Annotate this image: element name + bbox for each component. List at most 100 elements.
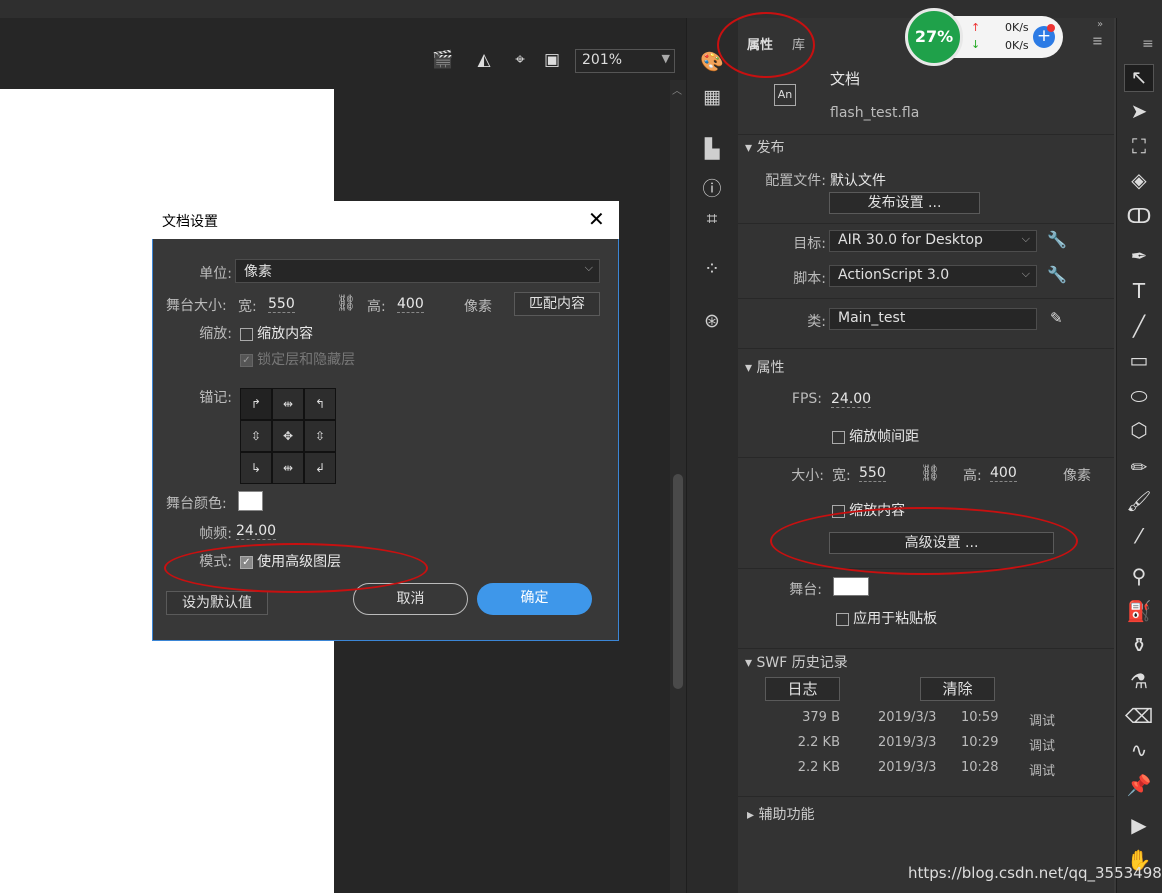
rectangle-tool-icon[interactable]: ▭ xyxy=(1120,348,1158,372)
list-item: 2.2 KB 2019/3/3 10:29 调试 xyxy=(760,735,1100,760)
swf-history-header[interactable]: ▾ SWF 历史记录 xyxy=(745,652,848,672)
script-select[interactable]: ActionScript 3.0 ⌵ xyxy=(829,265,1037,287)
align-icon[interactable]: ▙ xyxy=(686,138,738,160)
watermark: https://blog.csdn.net/qq_35534985 xyxy=(908,864,1162,882)
clear-button[interactable]: 清除 xyxy=(920,677,995,701)
camera-icon[interactable]: ▶ xyxy=(1120,813,1158,837)
anchor-bottom-left[interactable]: ↳ xyxy=(240,452,272,484)
log-button[interactable]: 日志 xyxy=(765,677,840,701)
unit-value: 像素 xyxy=(244,264,272,280)
paint-brush-icon[interactable]: 🖌 xyxy=(1120,489,1158,513)
match-content-button[interactable]: 匹配内容 xyxy=(514,292,600,316)
toolbar-menu-icon[interactable]: ≡ xyxy=(1142,36,1154,52)
clapper-icon[interactable]: 🎬 xyxy=(431,48,455,72)
width-value[interactable]: 550 xyxy=(859,465,886,482)
divider xyxy=(738,348,1114,349)
panel-menu-icon[interactable]: ≡ xyxy=(1092,34,1103,49)
swf-date: 2019/3/3 xyxy=(878,760,937,775)
paint-icon[interactable]: ◭ xyxy=(472,48,496,72)
apply-paste-checkbox[interactable]: 应用于粘贴板 xyxy=(836,608,937,628)
apply-paste-label: 应用于粘贴板 xyxy=(853,611,938,627)
properties-section-header[interactable]: ▾ 属性 xyxy=(745,357,784,377)
pencil-tool-icon[interactable]: ✏ xyxy=(1120,455,1158,479)
fps-value[interactable]: 24.00 xyxy=(236,523,277,540)
wrench-icon[interactable]: 🔧 xyxy=(1047,230,1067,249)
set-default-button[interactable]: 设为默认值 xyxy=(166,591,268,615)
ink-bottle-icon[interactable]: ⚱ xyxy=(1120,633,1158,657)
height-value[interactable]: 400 xyxy=(397,296,424,313)
text-tool-icon[interactable]: T xyxy=(1120,279,1158,303)
3d-rotation-icon[interactable]: ◈ xyxy=(1120,168,1158,192)
profile-label: 配置文件: xyxy=(765,173,826,189)
transform-icon[interactable]: ⌗ xyxy=(686,208,738,230)
checkbox[interactable] xyxy=(240,328,253,341)
selection-tool-icon[interactable]: ↖ xyxy=(1124,64,1154,92)
fps-value[interactable]: 24.00 xyxy=(831,391,872,408)
checkbox[interactable] xyxy=(836,613,849,626)
info-icon[interactable]: ⓘ xyxy=(686,174,738,201)
target-select[interactable]: AIR 30.0 for Desktop ⌵ xyxy=(829,230,1037,252)
scale-interval-checkbox[interactable]: 缩放帧间距 xyxy=(832,426,919,446)
anchor-top-center[interactable]: ⇹ xyxy=(272,388,304,420)
line-tool-icon[interactable]: ╱ xyxy=(1120,314,1158,338)
clip-icon[interactable]: ▣ xyxy=(540,48,564,72)
scroll-up-icon[interactable]: ︿ xyxy=(672,82,682,97)
center-stage-icon[interactable]: ⌖ xyxy=(508,48,532,72)
pin-icon[interactable]: 📌 xyxy=(1120,773,1158,797)
ok-button[interactable]: 确定 xyxy=(477,583,592,615)
pen-tool-icon[interactable]: ✒ xyxy=(1120,244,1158,268)
anchor-middle-right[interactable]: ⇳ xyxy=(304,420,336,452)
stage-color-swatch[interactable] xyxy=(238,491,263,511)
publish-settings-button[interactable]: 发布设置 ... xyxy=(829,192,980,214)
eraser-icon[interactable]: ⌫ xyxy=(1120,704,1158,728)
props-header-label: 属性 xyxy=(756,360,785,376)
swf-date: 2019/3/3 xyxy=(878,710,937,725)
script-label: 脚本: xyxy=(793,271,826,287)
anchor-top-right[interactable]: ↰ xyxy=(304,388,336,420)
anchor-bottom-center[interactable]: ⇹ xyxy=(272,452,304,484)
cc-libraries-icon[interactable]: ⊛ xyxy=(686,310,738,332)
scale-label: 缩放: xyxy=(199,326,232,342)
class-label: 类: xyxy=(807,314,826,330)
accessibility-header[interactable]: ▸ 辅助功能 xyxy=(747,804,814,824)
target-label: 目标: xyxy=(793,236,826,252)
checkbox[interactable] xyxy=(832,431,845,444)
motion-presets-icon[interactable]: ⁘ xyxy=(686,258,738,280)
anchor-center[interactable]: ✥ xyxy=(272,420,304,452)
swf-size: 379 B xyxy=(802,710,840,725)
oval-tool-icon[interactable]: ⬭ xyxy=(1120,384,1158,408)
free-transform-icon[interactable]: ⛶ xyxy=(1120,134,1158,158)
pencil-icon[interactable]: ✎ xyxy=(1050,309,1063,327)
width-value[interactable]: 550 xyxy=(268,296,295,313)
link-icon[interactable]: ⛓ xyxy=(920,463,940,482)
doc-type: 文档 xyxy=(830,70,861,88)
publish-section-header[interactable]: ▾ 发布 xyxy=(745,137,784,157)
lasso-icon[interactable]: ↀ xyxy=(1120,204,1158,228)
anchor-top-left[interactable]: ↱ xyxy=(240,388,272,420)
scale-content-checkbox[interactable]: 缩放内容 xyxy=(240,323,313,343)
chevron-down-icon: ⌵ xyxy=(584,261,593,274)
bone-tool-icon[interactable]: ⚲ xyxy=(1120,564,1158,588)
close-icon[interactable]: ✕ xyxy=(588,207,605,231)
divider xyxy=(738,134,1114,135)
unit-select[interactable]: 像素 ⌵ xyxy=(235,259,600,283)
anchor-middle-left[interactable]: ⇳ xyxy=(240,420,272,452)
brush-tool-icon[interactable]: ⁄ xyxy=(1120,524,1158,548)
link-icon[interactable]: ⛓ xyxy=(336,293,356,312)
zoom-select[interactable]: 201% ▼ xyxy=(575,49,675,73)
anchor-bottom-right[interactable]: ↲ xyxy=(304,452,336,484)
width-tool-icon[interactable]: ∿ xyxy=(1120,738,1158,762)
polystar-tool-icon[interactable]: ⬡ xyxy=(1120,418,1158,442)
stage-size-label: 舞台大小: xyxy=(166,298,227,314)
collapse-icon[interactable]: » xyxy=(1097,19,1103,30)
class-input[interactable]: Main_test xyxy=(829,308,1037,330)
stage-color-swatch[interactable] xyxy=(833,577,869,596)
wrench-icon[interactable]: 🔧 xyxy=(1047,265,1067,284)
swatches-icon[interactable]: ▦ xyxy=(686,86,738,108)
scrollbar-thumb[interactable] xyxy=(673,474,683,689)
subselection-tool-icon[interactable]: ➤ xyxy=(1120,99,1158,123)
eyedropper-icon[interactable]: ⚗ xyxy=(1120,669,1158,693)
height-value[interactable]: 400 xyxy=(990,465,1017,482)
network-monitor-widget[interactable]: 27% ↑ ↓ 0K/s 0K/s + xyxy=(905,8,1063,66)
paint-bucket-icon[interactable]: ⛽ xyxy=(1120,599,1158,623)
